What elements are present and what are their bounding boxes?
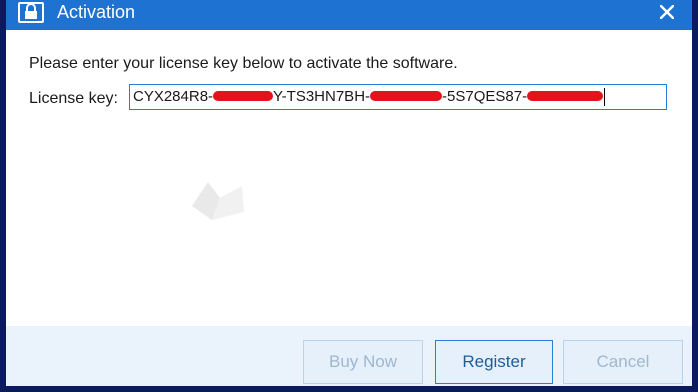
- window-title: Activation: [57, 2, 136, 22]
- license-key-label: License key:: [29, 90, 118, 107]
- cancel-button[interactable]: Cancel: [563, 340, 683, 384]
- close-icon: [660, 5, 674, 19]
- key-segment-2: Y-TS3HN7BH-: [273, 88, 371, 105]
- activation-dialog: Activation Please enter your license key…: [6, 0, 692, 386]
- lock-icon: [18, 1, 44, 23]
- title-bar: Activation: [6, 0, 692, 30]
- instruction-text: Please enter your license key below to a…: [29, 55, 458, 72]
- redaction-mark: [370, 91, 443, 102]
- register-button[interactable]: Register: [435, 340, 553, 384]
- text-caret: [604, 88, 606, 107]
- key-segment-1: CYX284R8-: [133, 88, 214, 105]
- redaction-mark: [527, 91, 604, 102]
- buy-now-button[interactable]: Buy Now: [303, 340, 423, 384]
- screen-frame: Activation Please enter your license key…: [0, 0, 698, 392]
- license-key-input[interactable]: CYX284R8- Y-TS3HN7BH- -5S7QES87-: [129, 84, 667, 110]
- close-button[interactable]: [652, 0, 682, 24]
- key-segment-3: -5S7QES87-: [442, 88, 528, 105]
- watermark-logo: [190, 176, 246, 224]
- redaction-mark: [213, 91, 274, 102]
